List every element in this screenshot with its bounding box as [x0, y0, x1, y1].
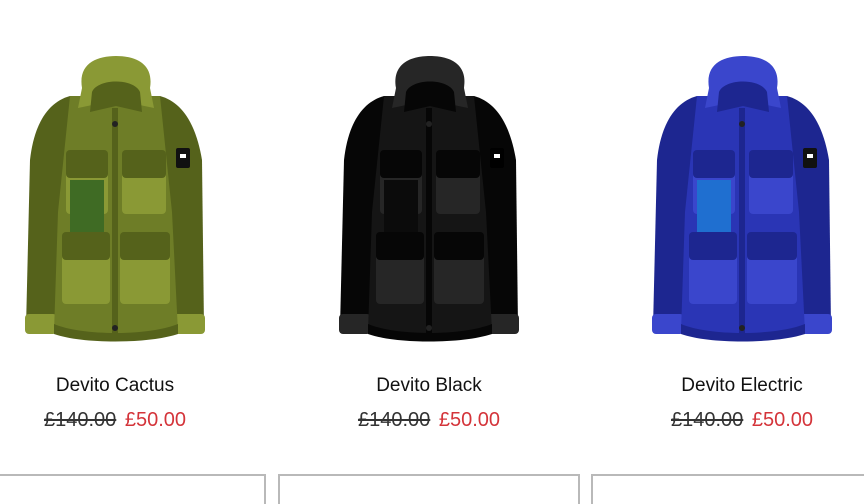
product-name[interactable]: Devito Electric	[585, 375, 864, 397]
next-product-card[interactable]	[278, 474, 580, 504]
product-name[interactable]: Devito Cactus	[0, 375, 272, 397]
price-row: £140.00 £50.00	[272, 409, 586, 432]
product-image[interactable]	[272, 52, 586, 352]
product-image[interactable]	[585, 52, 864, 352]
next-product-card[interactable]	[591, 474, 864, 504]
jacket-illustration	[25, 56, 205, 342]
next-product-card[interactable]	[0, 474, 266, 504]
jacket-illustration	[652, 56, 832, 342]
product-name[interactable]: Devito Black	[272, 375, 586, 397]
jacket-illustration	[339, 56, 519, 342]
original-price: £140.00	[43, 409, 117, 431]
product-card[interactable]: Devito Electric £140.00 £50.00	[585, 0, 864, 486]
original-price: £140.00	[670, 409, 744, 431]
price-row: £140.00 £50.00	[0, 409, 272, 432]
product-card[interactable]: Devito Black £140.00 £50.00	[272, 0, 586, 486]
sale-price: £50.00	[438, 409, 501, 431]
product-card[interactable]: Devito Cactus £140.00 £50.00	[0, 0, 272, 486]
sale-price: £50.00	[124, 409, 187, 431]
product-image[interactable]	[0, 52, 272, 352]
sale-price: £50.00	[751, 409, 814, 431]
original-price: £140.00	[357, 409, 431, 431]
price-row: £140.00 £50.00	[585, 409, 864, 432]
